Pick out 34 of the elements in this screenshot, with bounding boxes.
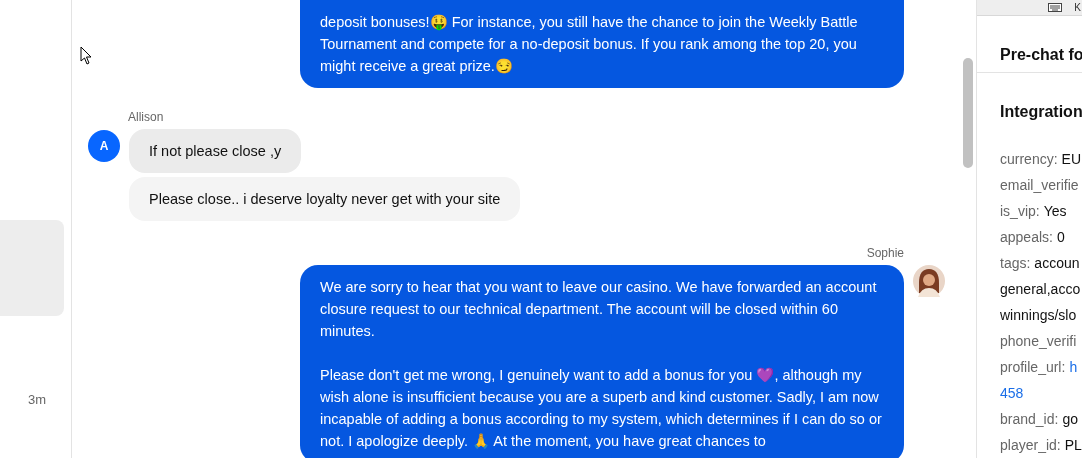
field-value: general,acco	[1000, 280, 1082, 299]
message-bubble: Please close.. i deserve loyalty never get with your site	[129, 177, 521, 221]
avatar: A	[88, 130, 120, 162]
field-label: tags:	[1000, 255, 1031, 271]
profile-link[interactable]: h	[1069, 359, 1078, 375]
field-label: brand_id:	[1000, 411, 1059, 427]
map-key-label: K	[1074, 1, 1081, 15]
field-value: 0	[1056, 229, 1065, 245]
avatar-icon	[913, 265, 945, 297]
field-label: phone_verifi	[1000, 333, 1077, 349]
cursor-icon	[80, 46, 92, 65]
message-bubble: If not please close ,y	[129, 129, 302, 173]
field-value: winnings/slo	[1000, 306, 1078, 325]
field-value: go	[1062, 411, 1078, 427]
field-label: is_vip:	[1000, 203, 1040, 219]
field-label: currency:	[1000, 151, 1058, 167]
scrollbar-thumb[interactable]	[963, 58, 973, 168]
message-text: deposit bonuses!🤑 For instance, you still have the chance to join the Weekly Battle Tournament and compete for a no-deposit bonus. If you rank among the top 20, you might receive a great prize.😏	[320, 13, 859, 76]
keyboard-icon[interactable]	[1048, 3, 1063, 12]
field-value: Yes	[1043, 203, 1067, 219]
sender-name: Sophie	[866, 245, 904, 261]
field-label: appeals:	[1000, 229, 1053, 245]
field-value: accoun	[1034, 255, 1080, 271]
field-value: PL	[1064, 437, 1082, 453]
time-label: 3m	[28, 391, 48, 409]
sender-name: Allison	[128, 109, 165, 125]
field-label: email_verifie	[1000, 177, 1079, 193]
field-label: profile_url:	[1000, 359, 1066, 375]
section-title: Integration	[999, 102, 1082, 122]
field-label: player_id:	[1000, 437, 1061, 453]
profile-link[interactable]: 458	[1000, 380, 1082, 406]
message-text: Please don't get me wrong, I genuinely want to add a bonus for you 💜, although my wish alone is insufficient because you are a superb and kind customer. Sadly, I am now incapable of adding a bonus according to my system, which determines if I can do so or not. I apologize deeply. 🙏 At the moment, you have great chances to	[320, 366, 883, 451]
field-value: EU	[1061, 151, 1082, 167]
message-text: We are sorry to hear that you want to leave our casino. We have forwarded an account closure request to our technical department. The account will be closed within 60 minutes.	[320, 278, 878, 341]
